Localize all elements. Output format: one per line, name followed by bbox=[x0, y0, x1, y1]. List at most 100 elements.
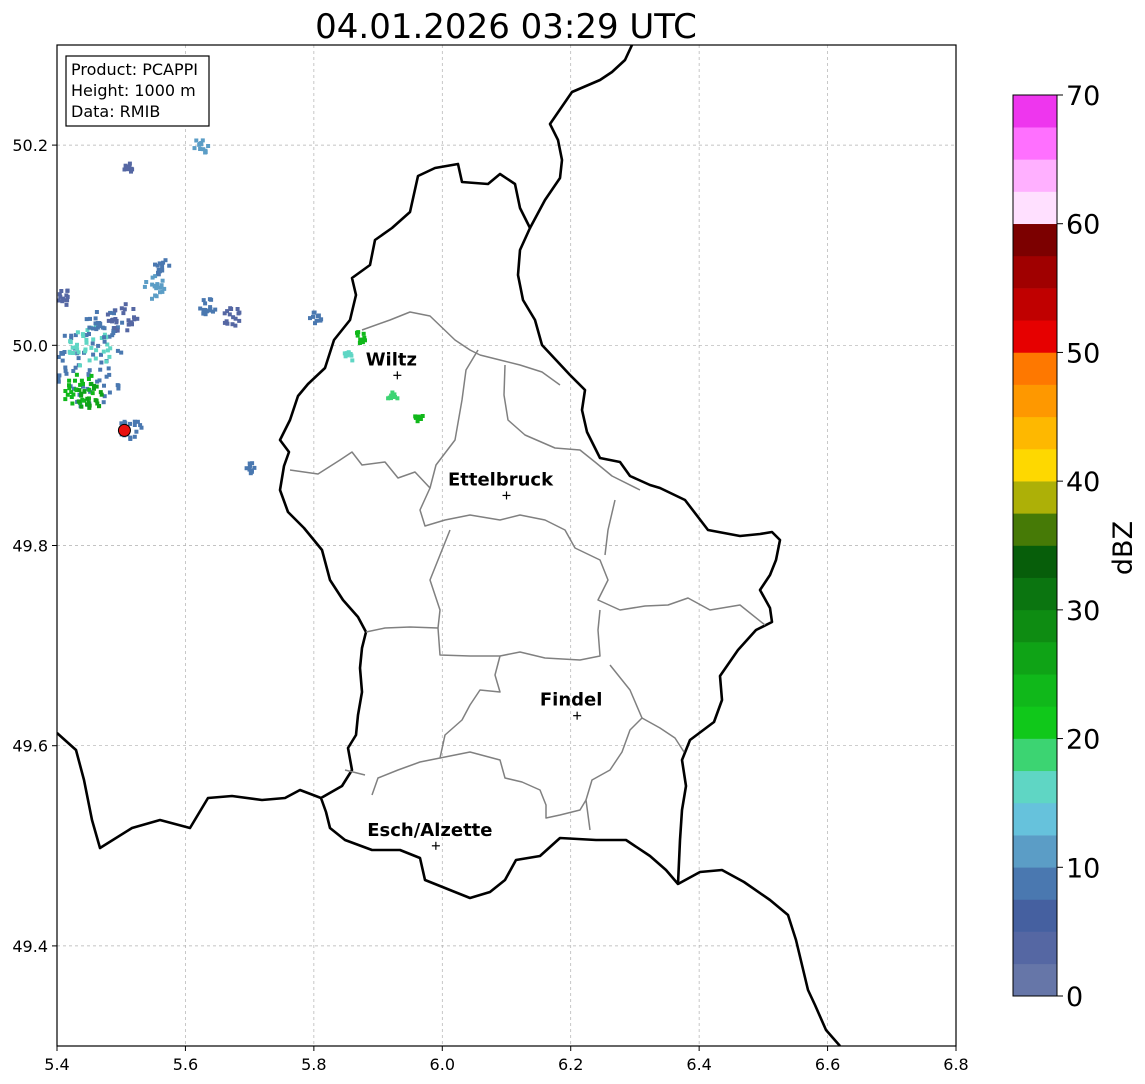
echo-pixel bbox=[107, 354, 112, 359]
colorbar-bin bbox=[1013, 674, 1057, 707]
echo-pixel bbox=[91, 352, 96, 357]
echo-pixel bbox=[114, 320, 119, 325]
echo-pixel bbox=[150, 275, 155, 280]
echo-cluster bbox=[342, 350, 355, 363]
echo-cluster bbox=[57, 288, 70, 307]
echo-pixel bbox=[167, 263, 172, 268]
echo-pixel bbox=[93, 356, 98, 361]
echo-pixel bbox=[102, 335, 107, 340]
echo-pixel bbox=[63, 368, 68, 373]
echo-pixel bbox=[101, 349, 106, 354]
colorbar-tick-label: 40 bbox=[1066, 467, 1100, 498]
echo-pixel bbox=[84, 317, 89, 322]
colorbar-bin bbox=[1013, 513, 1057, 546]
echo-pixel bbox=[102, 383, 106, 388]
echo-pixel bbox=[69, 333, 74, 338]
echo-pixel bbox=[211, 309, 215, 314]
info-box: Product: PCAPPI Height: 1000 m Data: RMI… bbox=[65, 55, 210, 127]
colorbar-bin bbox=[1013, 384, 1057, 418]
echo-pixel bbox=[67, 378, 72, 383]
echo-pixel bbox=[237, 318, 242, 323]
echo-pixel bbox=[125, 328, 130, 333]
echo-pixel bbox=[386, 396, 391, 401]
x-tick-label: 5.6 bbox=[173, 1055, 198, 1074]
echo-pixel bbox=[142, 284, 147, 289]
colorbar-tick-label: 70 bbox=[1066, 81, 1100, 112]
city-markers: Wiltz Ettelbruck Findel Esch/Alzette bbox=[366, 349, 602, 850]
echo-pixel bbox=[74, 345, 79, 350]
echo-pixel bbox=[102, 326, 107, 331]
echo-pixel bbox=[209, 297, 214, 302]
echo-pixel bbox=[70, 345, 75, 350]
echo-pixel bbox=[122, 419, 127, 424]
echo-pixel bbox=[110, 333, 115, 338]
echo-pixel bbox=[81, 334, 86, 338]
radar-site-marker[interactable] bbox=[117, 423, 131, 437]
echo-pixel bbox=[120, 320, 125, 325]
echo-pixel bbox=[93, 398, 98, 403]
info-height: Height: 1000 m bbox=[71, 81, 196, 100]
echo-pixel bbox=[91, 337, 96, 342]
echo-pixel bbox=[65, 298, 70, 303]
echo-pixel bbox=[311, 310, 316, 315]
colorbar-bin bbox=[1013, 255, 1057, 289]
echo-pixel bbox=[94, 310, 99, 314]
y-tick-label: 50.2 bbox=[12, 136, 48, 155]
echo-pixel bbox=[101, 400, 106, 405]
echo-pixel bbox=[110, 319, 115, 324]
echo-pixel bbox=[63, 389, 68, 393]
echo-cluster bbox=[105, 302, 140, 333]
colorbar-bin bbox=[1013, 577, 1057, 611]
echo-pixel bbox=[160, 265, 165, 270]
echo-pixel bbox=[112, 326, 117, 330]
echo-pixel bbox=[237, 310, 242, 315]
echo-pixel bbox=[156, 270, 160, 275]
echo-pixel bbox=[316, 313, 321, 318]
colorbar-bin bbox=[1013, 545, 1057, 578]
echo-pixel bbox=[206, 144, 211, 148]
echo-pixel bbox=[64, 302, 69, 307]
echo-pixel bbox=[231, 315, 236, 320]
grid-lines bbox=[56, 45, 957, 1046]
echo-pixel bbox=[94, 384, 99, 389]
echo-cluster bbox=[413, 414, 425, 424]
x-tick-label: 6.6 bbox=[815, 1055, 840, 1074]
echo-pixel bbox=[355, 333, 360, 338]
echo-pixel bbox=[99, 392, 104, 397]
echo-pixel bbox=[73, 365, 78, 370]
echo-pixel bbox=[163, 258, 168, 263]
echo-pixel bbox=[83, 347, 88, 352]
echo-pixel bbox=[47, 357, 51, 361]
echo-pixel bbox=[89, 373, 94, 378]
colorbar-bin bbox=[1013, 867, 1057, 900]
echo-pixel bbox=[99, 360, 104, 365]
colorbar-tick-label: 10 bbox=[1066, 853, 1100, 884]
echo-pixel bbox=[79, 404, 84, 409]
colorbar-tick-label: 50 bbox=[1066, 338, 1100, 369]
echo-pixel bbox=[85, 396, 90, 401]
echo-pixel bbox=[244, 466, 249, 471]
y-tick-label: 49.6 bbox=[12, 737, 48, 756]
echo-pixel bbox=[102, 339, 107, 344]
echo-pixel bbox=[159, 283, 164, 288]
y-tick-label: 50.0 bbox=[12, 336, 48, 355]
echo-pixel bbox=[89, 345, 94, 350]
echo-pixel bbox=[95, 379, 100, 384]
echo-pixel bbox=[104, 374, 109, 379]
echo-pixel bbox=[105, 348, 110, 353]
echo-pixel bbox=[75, 330, 80, 335]
echo-pixel bbox=[128, 421, 132, 426]
echo-pixel bbox=[71, 392, 76, 397]
x-tick-label: 5.4 bbox=[44, 1055, 69, 1074]
echo-pixel bbox=[90, 341, 95, 346]
city-wiltz: Wiltz bbox=[366, 349, 417, 380]
echo-pixel bbox=[79, 393, 84, 398]
echo-pixel bbox=[194, 138, 199, 143]
echo-pixel bbox=[344, 351, 349, 356]
france-germany-border bbox=[677, 868, 841, 1046]
colorbar-tick-label: 20 bbox=[1066, 725, 1100, 756]
echo-pixel bbox=[360, 337, 365, 342]
echo-pixel bbox=[85, 402, 89, 407]
echo-pixel bbox=[98, 367, 103, 372]
echo-pixel bbox=[222, 311, 227, 316]
